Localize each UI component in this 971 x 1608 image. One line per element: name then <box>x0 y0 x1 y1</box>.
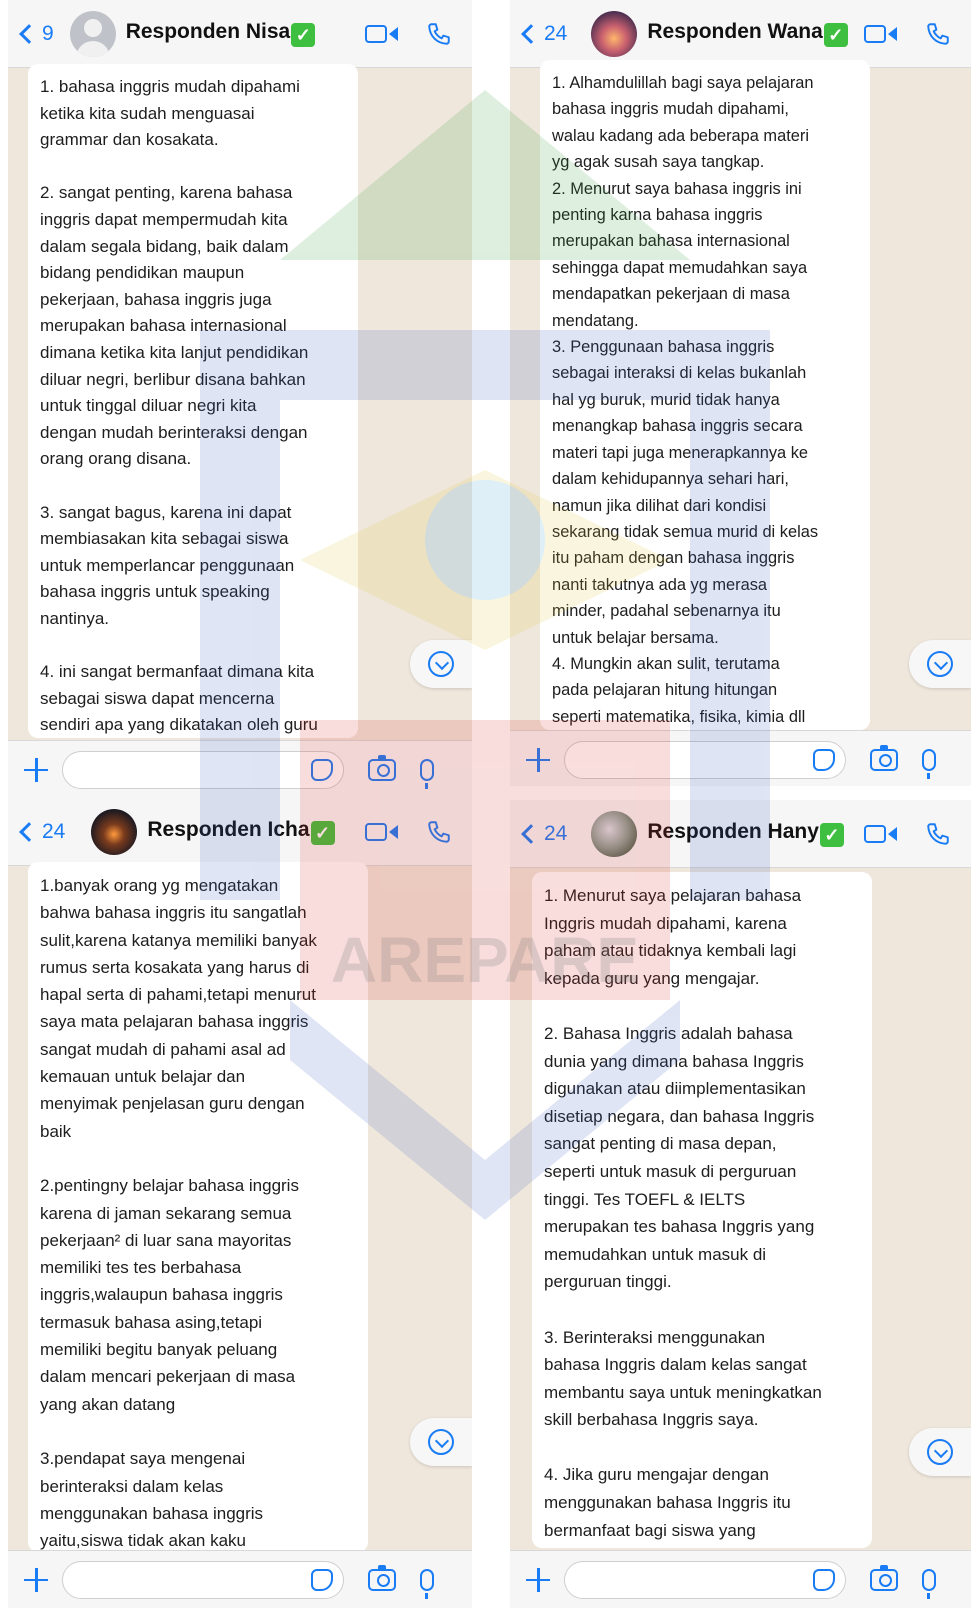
unread-count: 24 <box>544 821 568 845</box>
phone-icon[interactable] <box>426 21 452 47</box>
back-button[interactable]: 24 <box>18 820 65 844</box>
plus-icon[interactable] <box>24 757 48 782</box>
message-input[interactable] <box>62 750 344 789</box>
chevron-left-icon <box>521 823 541 844</box>
scroll-down-icon <box>428 651 454 677</box>
message-input[interactable] <box>62 1560 344 1599</box>
scroll-down-button[interactable] <box>909 640 971 688</box>
back-button[interactable]: 24 <box>520 822 567 846</box>
message-input-bar <box>510 730 971 786</box>
scroll-down-icon <box>428 1429 454 1455</box>
microphone-icon[interactable] <box>420 758 434 789</box>
message-bubble: 1. Menurut saya pelajaran bahasa Inggris… <box>532 872 872 1548</box>
unread-count: 24 <box>544 21 568 45</box>
message-input-bar <box>8 1550 472 1608</box>
chat-panel-icha: 24 Responden Icha ✓ 1.banyak orang yg men… <box>8 798 472 1608</box>
sticker-icon[interactable] <box>813 748 835 771</box>
message-input[interactable] <box>564 1560 846 1599</box>
avatar[interactable] <box>591 810 638 857</box>
message-input[interactable] <box>564 740 846 779</box>
plus-icon[interactable] <box>24 1567 48 1592</box>
scroll-down-icon <box>927 651 953 677</box>
unread-count: 9 <box>42 21 54 45</box>
chat-panel-wana: 24 Responden Wana ✓ 1. Alhamdulillah bagi… <box>510 0 971 786</box>
phone-icon[interactable] <box>925 821 951 847</box>
back-button[interactable]: 9 <box>18 22 54 46</box>
check-mark-icon: ✓ <box>823 23 848 47</box>
chat-header: 24 Responden Wana ✓ <box>510 0 971 68</box>
message-input-bar <box>8 740 472 798</box>
chat-header: 24 Responden Hany ✓ <box>510 800 971 868</box>
check-mark-icon: ✓ <box>819 823 844 847</box>
video-camera-icon[interactable] <box>365 823 398 841</box>
message-bubble: 1.banyak orang yg mengatakan bahwa bahas… <box>28 862 368 1552</box>
avatar[interactable] <box>69 10 116 57</box>
plus-icon[interactable] <box>526 1567 550 1592</box>
camera-icon[interactable] <box>870 744 898 771</box>
scroll-down-button[interactable] <box>909 1428 971 1476</box>
phone-icon[interactable] <box>925 21 951 47</box>
video-camera-icon[interactable] <box>365 25 398 43</box>
chat-header: 9 Responden Nisa ✓ <box>8 0 472 68</box>
back-button[interactable]: 24 <box>520 22 567 46</box>
camera-icon[interactable] <box>368 754 396 781</box>
check-mark-icon: ✓ <box>310 821 335 845</box>
sticker-icon[interactable] <box>813 1568 835 1591</box>
chevron-left-icon <box>19 821 39 842</box>
contact-name[interactable]: Responden Nisa ✓ <box>126 20 316 47</box>
video-camera-icon[interactable] <box>864 25 897 43</box>
chevron-left-icon <box>521 23 541 44</box>
microphone-icon[interactable] <box>922 748 936 779</box>
scroll-down-icon <box>927 1439 953 1465</box>
microphone-icon[interactable] <box>420 1568 434 1599</box>
chat-panel-hany: 24 Responden Hany ✓ 1. Menurut saya pelaj… <box>510 800 971 1608</box>
scroll-down-button[interactable] <box>410 640 472 688</box>
phone-icon[interactable] <box>426 819 452 845</box>
scroll-down-button[interactable] <box>410 1418 472 1466</box>
check-mark-icon: ✓ <box>291 23 316 47</box>
chat-header: 24 Responden Icha ✓ <box>8 798 472 866</box>
message-bubble: 1. Alhamdulillah bagi saya pelajaran bah… <box>540 60 870 730</box>
message-input-bar <box>510 1550 971 1608</box>
avatar[interactable] <box>91 808 138 855</box>
sticker-icon[interactable] <box>311 1568 333 1591</box>
video-camera-icon[interactable] <box>864 825 897 843</box>
plus-icon[interactable] <box>526 747 550 772</box>
avatar[interactable] <box>591 10 638 57</box>
chevron-left-icon <box>19 23 39 44</box>
message-bubble: 1. bahasa inggris mudah dipahami ketika … <box>28 64 358 738</box>
microphone-icon[interactable] <box>922 1568 936 1599</box>
unread-count: 24 <box>42 819 66 843</box>
contact-name[interactable]: Responden Wana ✓ <box>647 20 848 47</box>
camera-icon[interactable] <box>368 1564 396 1591</box>
contact-name[interactable]: Responden Icha ✓ <box>147 818 335 845</box>
sticker-icon[interactable] <box>311 758 333 781</box>
chat-panel-nisa: 9 Responden Nisa ✓ 1. bahasa inggris muda… <box>8 0 472 798</box>
camera-icon[interactable] <box>870 1564 898 1591</box>
contact-name[interactable]: Responden Hany ✓ <box>647 820 844 847</box>
